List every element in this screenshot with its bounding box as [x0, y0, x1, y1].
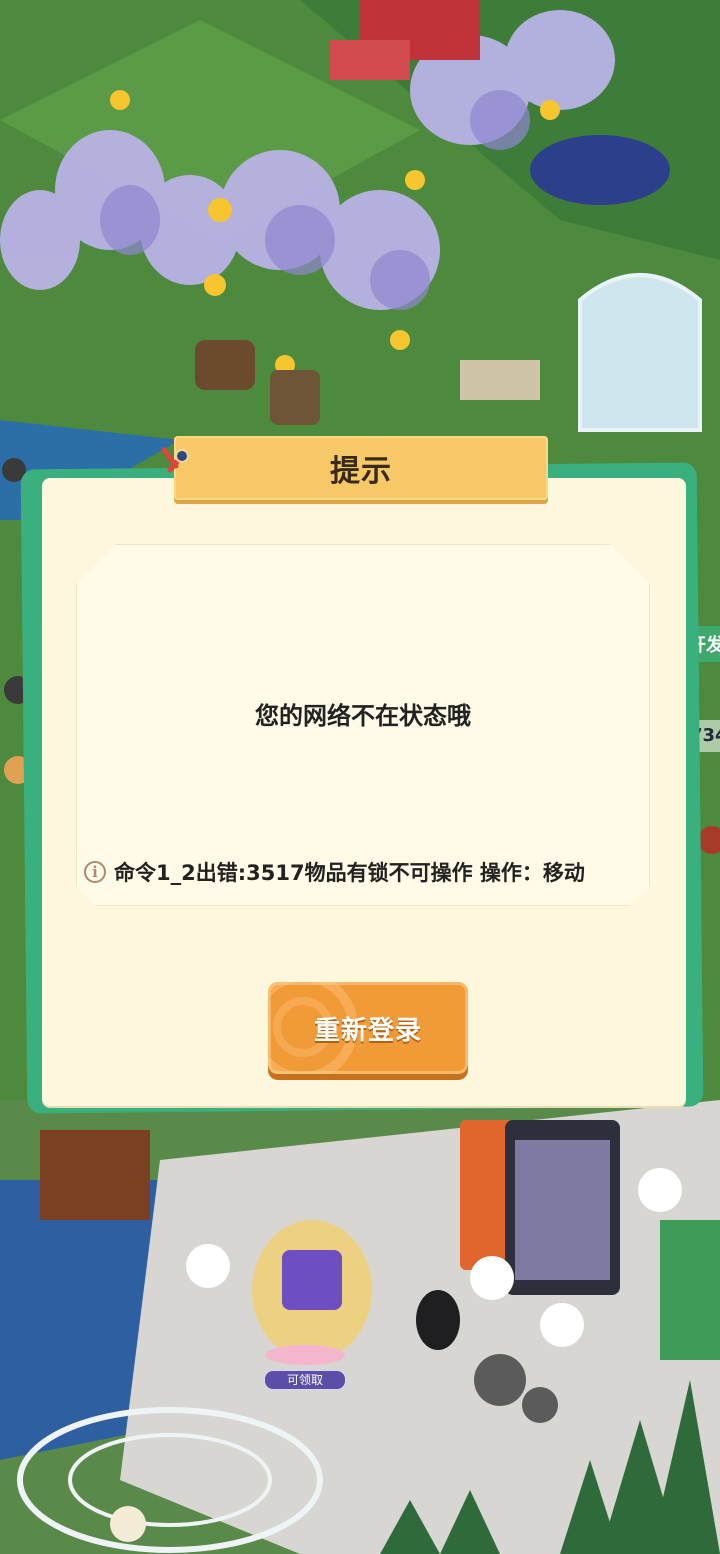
network-error-message: 您的网络不在状态哦: [255, 702, 471, 730]
dialog-title: 提示: [330, 454, 392, 489]
relogin-button[interactable]: 重新登录: [268, 982, 468, 1074]
error-detail-text: 命令1_2出错:3517物品有锁不可操作 操作：移动: [114, 861, 585, 885]
pin-icon: [161, 447, 189, 473]
error-detail: i 命令1_2出错:3517物品有锁不可操作 操作：移动: [84, 856, 654, 888]
dialog-title-banner: 提示: [161, 436, 548, 500]
info-circle-icon: i: [84, 861, 106, 883]
claim-reward-label[interactable]: 可领取: [264, 1370, 346, 1390]
relogin-button-label: 重新登录: [313, 1015, 422, 1046]
